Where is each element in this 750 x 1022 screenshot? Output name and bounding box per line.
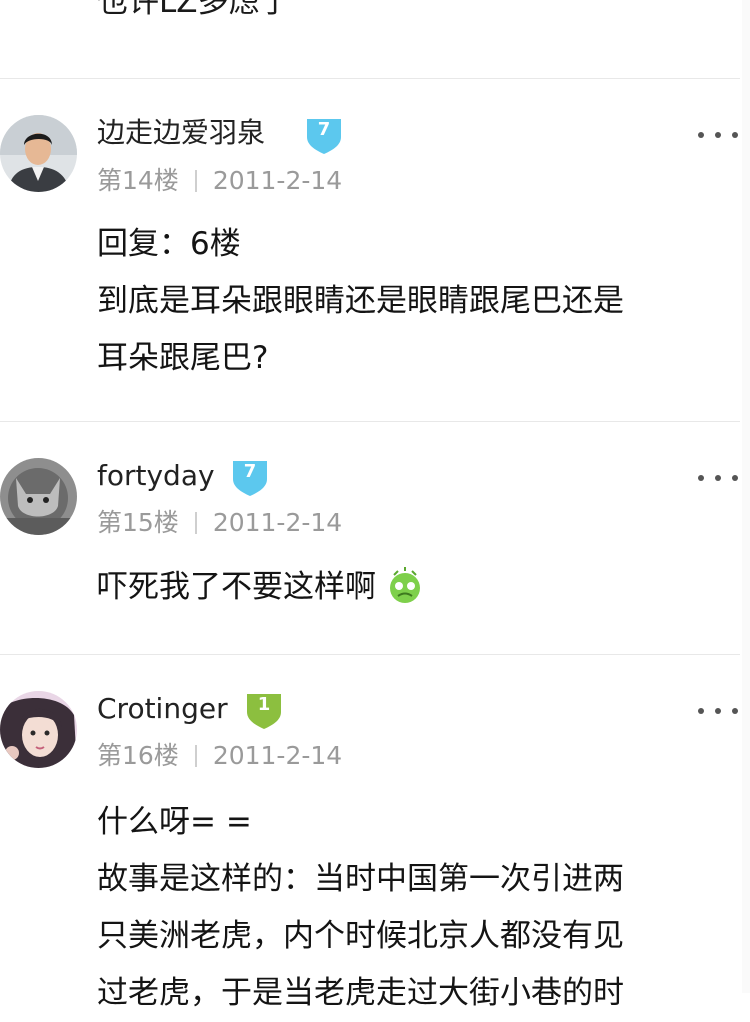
level-badge: 7	[303, 117, 345, 155]
post-date: 2011-2-14	[212, 508, 343, 537]
post-floor-15[interactable]: fortyday 7 第15楼 2011-2-14 吓死我了不要这样啊	[0, 421, 740, 655]
floor-number: 第16楼	[97, 741, 179, 770]
previous-post-fragment: 也许LZ多虑了	[0, 0, 740, 79]
post-line: 什么呀= =	[97, 804, 252, 840]
scroll-edge	[742, 0, 750, 993]
post-meta: 第16楼 2011-2-14	[97, 740, 342, 772]
post-body: 回复：6楼 到底是耳朵跟眼睛还是眼睛跟尾巴还是 耳朵跟尾巴?	[97, 216, 737, 387]
post-meta: 第15楼 2011-2-14	[97, 507, 342, 539]
post-line: 故事是这样的：当时中国第一次引进两	[97, 861, 624, 897]
level-badge: 7	[229, 459, 271, 497]
avatar[interactable]	[0, 691, 77, 768]
level-number: 7	[317, 119, 331, 140]
level-badge: 1	[243, 692, 285, 730]
more-options-button[interactable]	[698, 125, 738, 145]
post-line: 只美洲老虎，内个时候北京人都没有见	[97, 918, 624, 954]
post-body-text: 也许LZ多虑了	[97, 0, 291, 20]
post-date: 2011-2-14	[212, 166, 343, 195]
username[interactable]: Crotinger	[97, 691, 228, 727]
meta-divider	[194, 745, 197, 767]
post-line: 耳朵跟尾巴?	[97, 340, 269, 376]
more-dots-icon	[698, 132, 704, 138]
more-options-button[interactable]	[698, 468, 738, 488]
post-line: 回复：6楼	[97, 226, 241, 262]
username[interactable]: 边走边爱羽泉	[97, 115, 265, 151]
post-body: 吓死我了不要这样啊	[97, 559, 737, 616]
post-line: 到底是耳朵跟眼睛还是眼睛跟尾巴还是	[97, 283, 624, 319]
level-number: 7	[243, 461, 257, 482]
avatar[interactable]	[0, 458, 77, 535]
level-number: 1	[257, 694, 271, 715]
post-line: 过老虎，于是当老虎走过大街小巷的时	[97, 975, 624, 1011]
post-body: 什么呀= = 故事是这样的：当时中国第一次引进两 只美洲老虎，内个时候北京人都没…	[97, 794, 737, 1022]
post-meta: 第14楼 2011-2-14	[97, 165, 342, 197]
username[interactable]: fortyday	[97, 458, 215, 494]
dizzy-emoji-icon	[386, 567, 424, 605]
meta-divider	[194, 170, 197, 192]
more-dots-icon	[698, 708, 704, 714]
floor-number: 第14楼	[97, 166, 179, 195]
post-line: 吓死我了不要这样啊	[97, 569, 376, 605]
more-options-button[interactable]	[698, 701, 738, 721]
avatar[interactable]	[0, 115, 77, 192]
post-date: 2011-2-14	[212, 741, 343, 770]
post-floor-16[interactable]: Crotinger 1 第16楼 2011-2-14 什么呀= = 故事是这样的：…	[0, 654, 740, 1011]
floor-number: 第15楼	[97, 508, 179, 537]
meta-divider	[194, 512, 197, 534]
more-dots-icon	[698, 475, 704, 481]
post-floor-14[interactable]: 边走边爱羽泉 7 第14楼 2011-2-14 回复：6楼 到底是耳朵跟眼睛还是眼…	[0, 79, 740, 422]
